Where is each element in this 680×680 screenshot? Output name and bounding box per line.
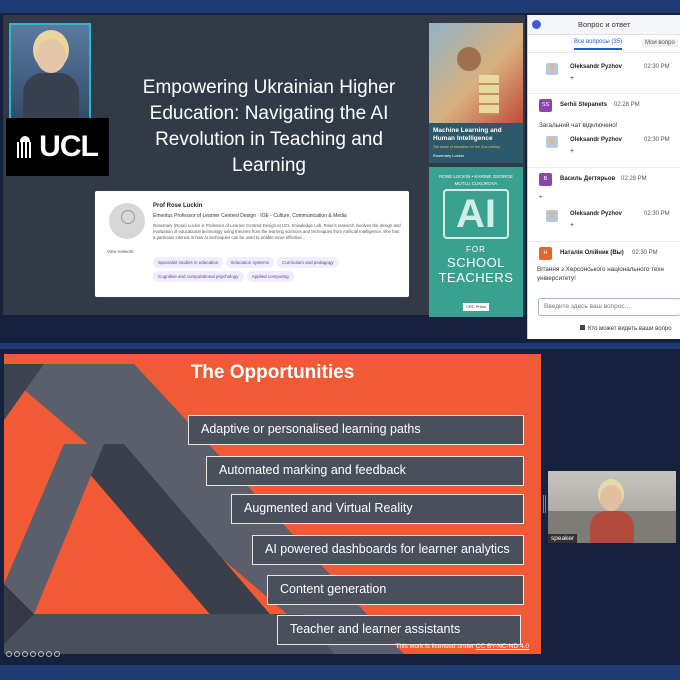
profile-role: Emeritus Professor of Learner Centred De…	[153, 213, 347, 219]
tab-my-questions[interactable]: Мои вопро	[642, 39, 678, 47]
slide-title: UCL Empowering Ukrainian Higher Educatio…	[3, 15, 525, 317]
license-link[interactable]: CC BY-NC-ND 4.0	[476, 643, 529, 650]
view-network-link[interactable]: View network	[107, 249, 134, 254]
book1-author: Rosemary Luckin	[433, 153, 464, 158]
toolbar-button[interactable]	[14, 651, 20, 657]
profile-tags: Specialist studies in education Educatio…	[153, 257, 401, 282]
slide2-title: The Opportunities	[190, 362, 355, 383]
tab-all-questions[interactable]: Все вопросы (35)	[574, 39, 623, 50]
qa-title: Вопрос и ответ	[578, 20, 631, 29]
qa-header: Вопрос и ответ	[528, 15, 680, 35]
presentation-title: Empowering Ukrainian Higher Education: N…	[142, 77, 396, 176]
book-cover-machine-learning: Machine Learning and Human Intelligence …	[429, 23, 523, 163]
qa-question-own: Н Наталія Олійник (Вы) 02:30 PM Вітання …	[528, 247, 680, 291]
profile-avatar-icon	[109, 203, 145, 239]
opportunity-item: Automated marking and feedback	[206, 456, 524, 486]
opportunity-item: Augmented and Virtual Reality	[231, 494, 524, 524]
toolbar-button[interactable]	[46, 651, 52, 657]
toolbar-button[interactable]	[22, 651, 28, 657]
avatar: Н	[539, 247, 552, 260]
book1-subtitle: The future of education for the 21st cen…	[433, 145, 500, 149]
avatar: В	[539, 173, 552, 186]
resize-handle[interactable]	[543, 495, 546, 513]
speaker-video-tile[interactable]: speaker	[548, 471, 676, 543]
qa-reply: Oleksandr Pyzhov 02:30 PM +	[546, 61, 676, 85]
opportunity-item: Adaptive or personalised learning paths	[188, 415, 524, 445]
book2-title: SCHOOL TEACHERS	[438, 255, 514, 285]
presenter-photo	[9, 23, 91, 123]
slide-toolbar	[6, 651, 60, 657]
avatar	[546, 210, 558, 222]
opportunity-item: Teacher and learner assistants	[277, 615, 521, 645]
bottom-screen-share: The Opportunities Adaptive or personalis…	[0, 349, 680, 665]
profile-tag[interactable]: Specialist studies in education	[153, 257, 224, 268]
toolbar-button[interactable]	[30, 651, 36, 657]
profile-name: Prof Rose Luckin	[153, 203, 203, 209]
qa-panel: Вопрос и ответ Все вопросы (35) Мои вопр…	[527, 15, 680, 339]
book-cover-ai-for-school-teachers: ROSE LUCKIN • KARINE GEORGE MUTLU CUKURO…	[429, 167, 523, 317]
avatar	[546, 63, 558, 75]
book2-ai-mark: AI	[443, 189, 509, 239]
opportunity-item: Content generation	[267, 575, 524, 605]
profile-tag[interactable]: Cognitive and computational psychology	[153, 271, 244, 282]
book2-for: FOR	[466, 245, 486, 254]
ucl-logo: UCL	[6, 118, 109, 176]
toolbar-button[interactable]	[6, 651, 12, 657]
avatar	[546, 136, 558, 148]
license-note: This work is licensed under CC BY-NC-ND …	[395, 643, 529, 650]
profile-card: View network Prof Rose Luckin Emeritus P…	[95, 191, 409, 297]
visibility-note[interactable]: Кто может видеть ваши вопро	[580, 325, 672, 332]
slide-opportunities: The Opportunities Adaptive or personalis…	[4, 354, 541, 654]
profile-tag[interactable]: Education systems	[226, 257, 275, 268]
book1-title: Machine Learning and Human Intelligence	[433, 127, 502, 142]
qa-reply: Oleksandr Pyzhov 02:30 PM +	[546, 208, 676, 232]
toolbar-button[interactable]	[38, 651, 44, 657]
speaker-label: speaker	[548, 534, 578, 543]
toolbar-button[interactable]	[54, 651, 60, 657]
profile-bio: Rosemary (Rose) Luckin is Professor of L…	[153, 223, 401, 240]
book2-publisher: CRC Press	[463, 303, 489, 311]
opportunity-item: AI powered dashboards for learner analyt…	[252, 535, 524, 565]
top-screen-share: UCL Empowering Ukrainian Higher Educatio…	[0, 13, 680, 343]
qa-reply: Oleksandr Pyzhov 02:30 PM +	[546, 134, 676, 158]
question-input[interactable]: Введите здесь ваш вопрос...	[538, 298, 680, 316]
avatar: SS	[539, 99, 552, 112]
app-logo-icon	[532, 20, 541, 29]
ucl-building-icon	[17, 136, 34, 158]
book2-authors: ROSE LUCKIN • KARINE GEORGE MUTLU CUKURO…	[439, 174, 513, 186]
profile-tag[interactable]: Curriculum and pedagogy	[277, 257, 339, 268]
profile-tag[interactable]: Applied computing	[246, 271, 294, 282]
lock-icon	[580, 325, 585, 330]
qa-tabs: Все вопросы (35) Мои вопро	[528, 35, 680, 53]
